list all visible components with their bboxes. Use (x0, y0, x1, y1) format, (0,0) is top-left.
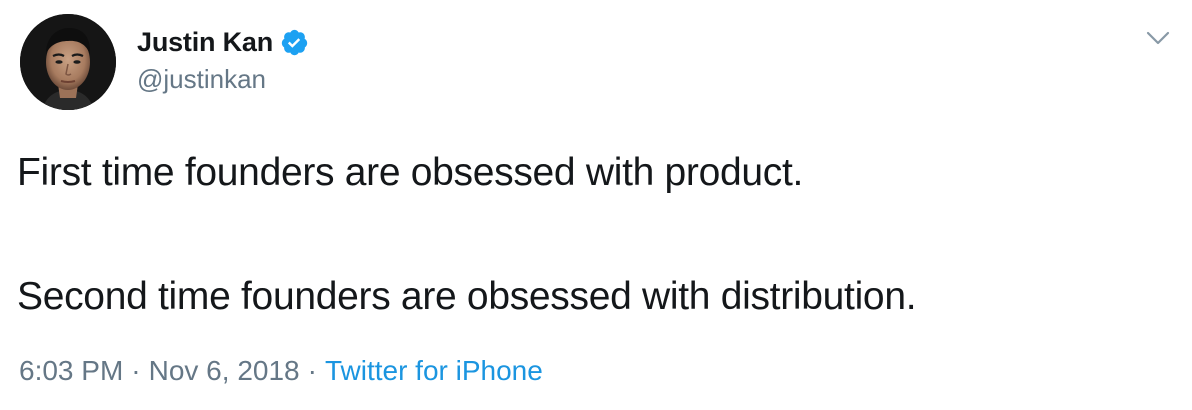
tweet-time[interactable]: 6:03 PM (19, 355, 123, 386)
tweet-date[interactable]: Nov 6, 2018 (149, 355, 300, 386)
meta-separator: · (131, 355, 141, 386)
author-handle[interactable]: @justinkan (137, 64, 266, 95)
tweet-text-line-1: First time founders are obsessed with pr… (17, 151, 804, 194)
avatar-portrait-image (20, 14, 116, 110)
tweet-text-spacer (17, 204, 1167, 266)
tweet-source-link[interactable]: Twitter for iPhone (325, 355, 543, 386)
author-name[interactable]: Justin Kan (137, 27, 273, 58)
tweet-text: First time founders are obsessed with pr… (17, 142, 1167, 328)
author-name-row[interactable]: Justin Kan (137, 24, 309, 60)
tweet-text-line-2: Second time founders are obsessed with d… (17, 275, 917, 318)
tweet-card: Justin Kan @justinkan First time founder… (0, 0, 1192, 410)
meta-separator: · (307, 355, 317, 386)
tweet-meta: 6:03 PM · Nov 6, 2018 · Twitter for iPhone (19, 355, 543, 387)
chevron-down-icon[interactable] (1143, 27, 1173, 49)
avatar[interactable] (20, 14, 116, 110)
verified-badge-icon (280, 28, 309, 57)
